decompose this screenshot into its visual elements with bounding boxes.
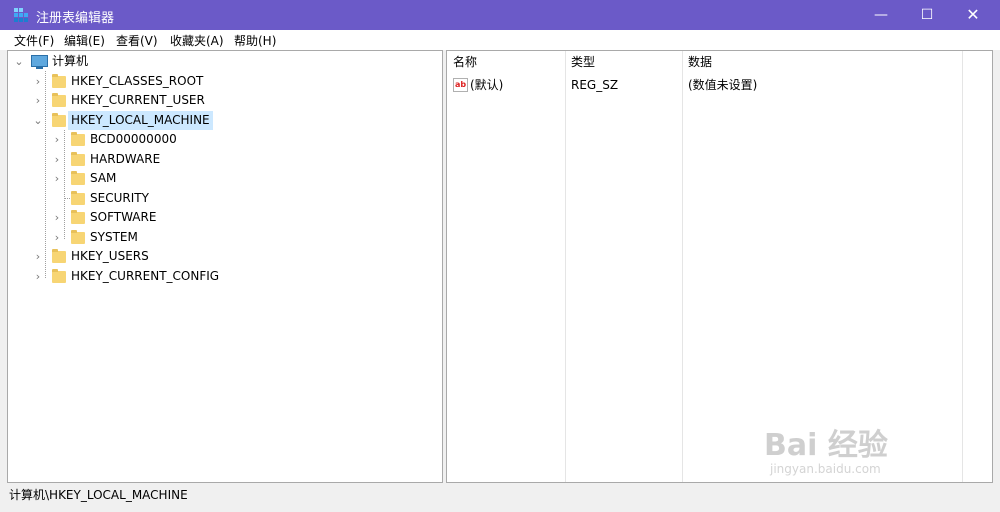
folder-icon [71,152,85,166]
key-tree-pane[interactable]: ⌄ 计算机 › HKEY_CLASSES_ROOT › HKEY_CURRENT… [7,50,443,483]
folder-icon [71,230,85,244]
menu-help[interactable]: 帮助(H) [234,32,276,49]
title-bar: 注册表编辑器 — ☐ ✕ [0,0,1000,30]
table-row[interactable]: ab (默认) REG_SZ (数值未设置) [447,75,962,95]
value-data: (数值未设置) [688,78,758,92]
registry-editor-icon [14,8,28,22]
menu-view[interactable]: 查看(V) [116,32,158,49]
folder-icon [71,191,85,205]
column-separator[interactable] [682,51,683,482]
close-button[interactable]: ✕ [950,0,996,30]
column-header-data[interactable]: 数据 [682,51,962,73]
folder-icon [52,74,66,88]
folder-icon [52,93,66,107]
values-list-pane[interactable]: 名称 类型 数据 ab (默认) REG_SZ (数值未设置) [446,50,993,483]
menu-bar: 文件(F) 编辑(E) 查看(V) 收藏夹(A) 帮助(H) [0,30,1000,50]
menu-file[interactable]: 文件(F) [14,32,54,49]
window-title: 注册表编辑器 [36,11,115,26]
folder-icon [71,171,85,185]
tree-item-label: HKEY_CURRENT_USER [71,93,205,107]
baidu-watermark-url: jingyan.baidu.com [770,462,881,476]
tree-guide-line [45,71,46,278]
chevron-right-icon[interactable]: › [32,72,44,91]
status-path: 计算机\HKEY_LOCAL_MACHINE [9,488,188,502]
chevron-down-icon[interactable]: ⌄ [32,111,44,130]
folder-icon [52,249,66,263]
maximize-button[interactable]: ☐ [904,0,950,30]
tree-item-label: HKEY_USERS [71,249,149,263]
menu-favorites[interactable]: 收藏夹(A) [170,32,224,49]
tree-guide-line [64,130,65,239]
chevron-right-icon[interactable]: › [32,247,44,266]
column-header-name[interactable]: 名称 [447,51,565,73]
value-name: (默认) [470,78,504,92]
chevron-right-icon[interactable]: › [51,130,63,149]
computer-icon [31,55,48,69]
tree-item-label: HKEY_CURRENT_CONFIG [71,269,220,283]
column-header-type[interactable]: 类型 [565,51,682,73]
tree-item-label: 计算机 [52,54,89,68]
chevron-right-icon[interactable]: › [51,208,63,227]
folder-icon [71,210,85,224]
folder-icon [71,132,85,146]
tree-item-label: SECURITY [90,191,149,205]
chevron-right-icon[interactable]: › [32,267,44,286]
folder-icon [52,269,66,283]
tree-item-label: HARDWARE [90,152,161,166]
chevron-down-icon[interactable]: ⌄ [13,52,25,71]
chevron-right-icon[interactable]: › [51,169,63,188]
minimize-button[interactable]: — [858,0,904,30]
tree-item-label: HKEY_CLASSES_ROOT [71,74,204,88]
string-value-icon: ab [453,78,468,92]
chevron-right-icon[interactable]: › [51,228,63,247]
column-separator[interactable] [962,51,963,482]
menu-edit[interactable]: 编辑(E) [64,32,105,49]
chevron-right-icon[interactable]: › [51,150,63,169]
chevron-right-icon[interactable]: › [32,91,44,110]
tree-item-label: BCD00000000 [90,132,177,146]
tree-item-label: SOFTWARE [90,210,157,224]
tree-item-label: SYSTEM [90,230,138,244]
column-separator[interactable] [565,51,566,482]
tree-item-label: SAM [90,171,117,185]
status-bar: 计算机\HKEY_LOCAL_MACHINE [0,484,1000,504]
tree-item-label: HKEY_LOCAL_MACHINE [68,111,213,130]
folder-icon [52,113,66,127]
value-type: REG_SZ [571,78,619,92]
baidu-watermark-logo: Bai 经验 [764,428,888,463]
